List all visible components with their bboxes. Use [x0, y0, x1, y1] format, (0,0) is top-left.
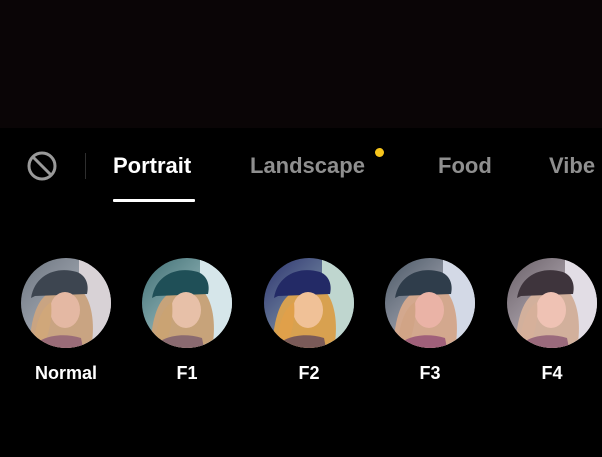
camera-preview-area: [0, 0, 602, 128]
tab-divider: [85, 153, 86, 179]
filter-f2[interactable]: F2: [264, 258, 354, 388]
new-badge-dot: [375, 148, 384, 157]
filter-thumbnail: [264, 258, 354, 348]
no-filter-icon: [27, 151, 57, 181]
tab-landscape[interactable]: Landscape: [250, 153, 365, 179]
filter-thumbnail: [385, 258, 475, 348]
filter-thumbnail: [507, 258, 597, 348]
tab-portrait[interactable]: Portrait: [113, 153, 191, 179]
filter-thumbnail: [142, 258, 232, 348]
filter-label: F3: [419, 363, 441, 383]
filter-label: F1: [176, 363, 198, 383]
tab-food[interactable]: Food: [438, 153, 492, 179]
filter-f4[interactable]: F4: [507, 258, 597, 388]
filter-label: Normal: [34, 363, 97, 383]
filter-thumbnail: [21, 258, 111, 348]
filter-label: F4: [541, 363, 563, 383]
filter-picker-screen: Portrait Landscape Food Vibe Normal F1 F…: [0, 0, 602, 457]
filter-f1[interactable]: F1: [142, 258, 232, 388]
filter-f3[interactable]: F3: [385, 258, 475, 388]
no-filter-button[interactable]: [24, 148, 60, 184]
filter-normal[interactable]: Normal: [21, 258, 111, 388]
tab-vibe[interactable]: Vibe: [549, 153, 595, 179]
filter-label: F2: [298, 363, 320, 383]
active-tab-indicator: [113, 199, 195, 202]
